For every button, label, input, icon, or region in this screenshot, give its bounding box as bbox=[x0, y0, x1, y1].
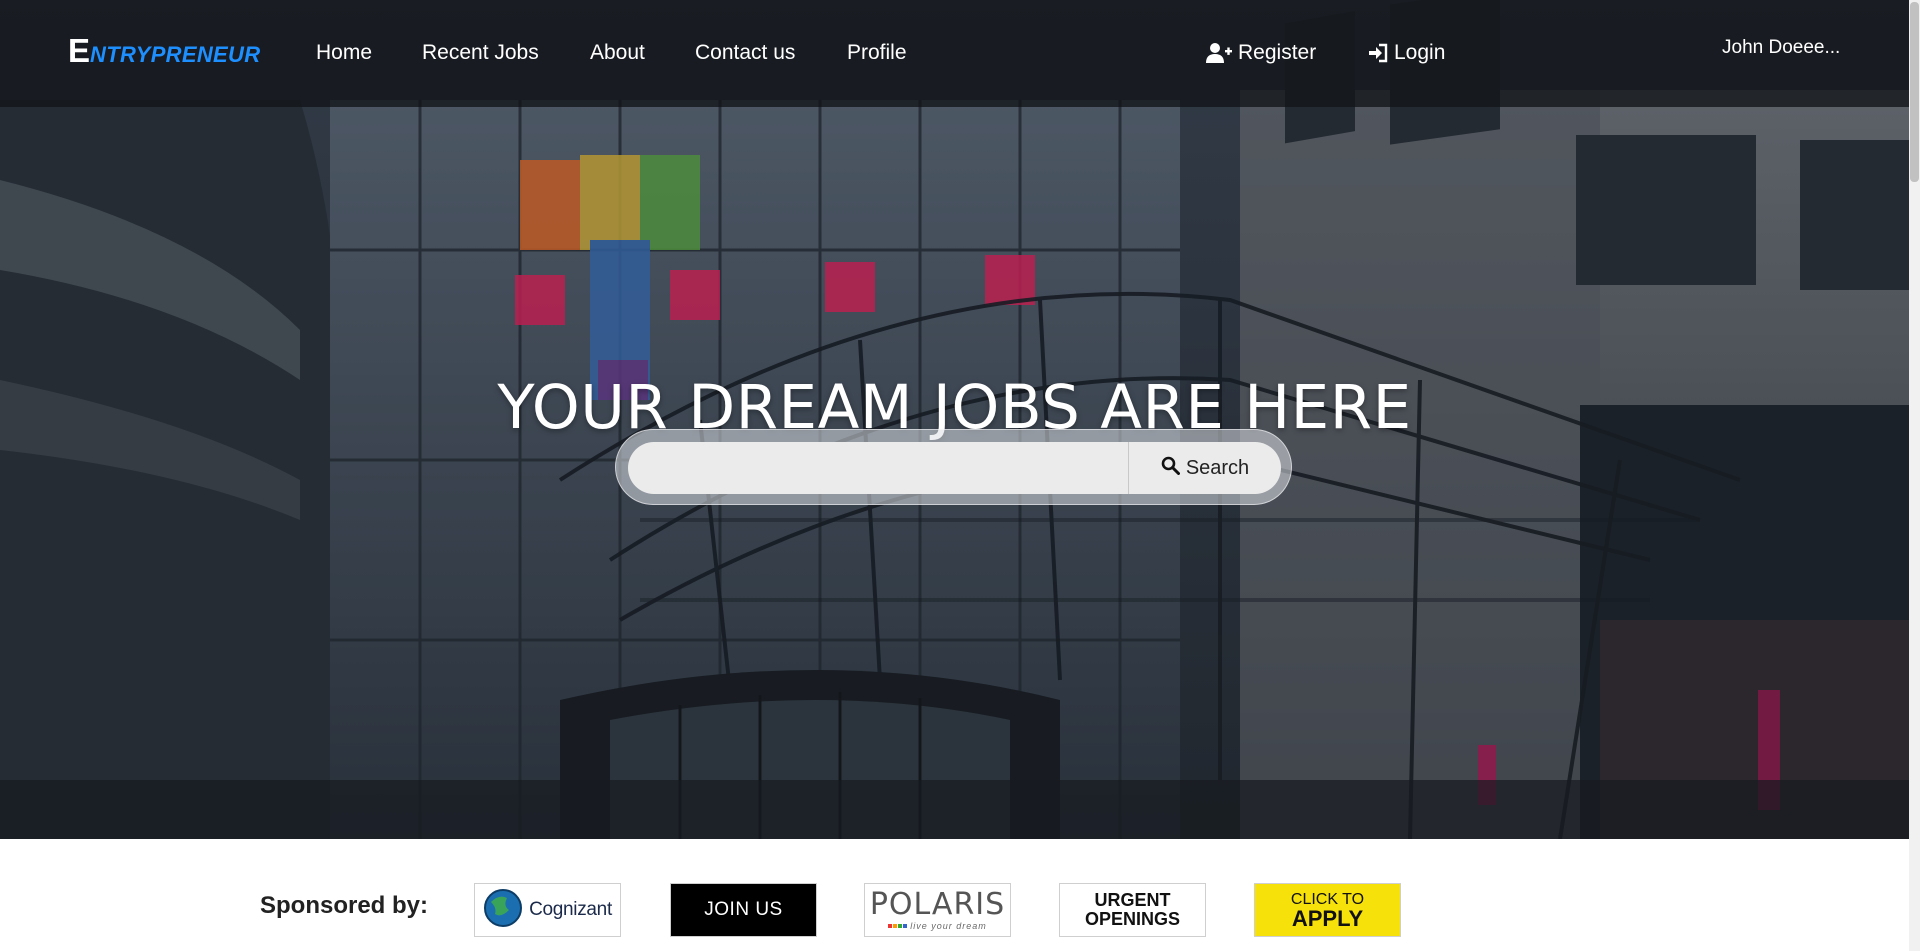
urgent-line-1: URGENT bbox=[1094, 890, 1171, 910]
sponsor-logo-join-us[interactable]: JOIN US bbox=[670, 883, 817, 937]
search-input[interactable] bbox=[628, 442, 1128, 494]
scrollbar-thumb[interactable] bbox=[1910, 2, 1919, 182]
sponsor-text-join-us: JOIN US bbox=[704, 899, 783, 920]
search-button[interactable]: Search bbox=[1128, 442, 1281, 494]
user-plus-icon bbox=[1206, 42, 1232, 64]
brand-initial: E bbox=[68, 32, 91, 69]
apply-line-1: CLICK TO bbox=[1290, 890, 1365, 908]
sponsor-text-cognizant: Cognizant bbox=[529, 899, 612, 920]
sponsor-text-polaris: POLARIS bbox=[869, 887, 1006, 922]
apply-line-2: APPLY bbox=[1291, 905, 1364, 931]
user-name-menu[interactable]: John Doeee... bbox=[1722, 37, 1840, 59]
cognizant-globe-icon bbox=[483, 888, 523, 933]
polaris-tagline-row: live your dream bbox=[888, 921, 987, 931]
brand-logo[interactable]: E NTRYPRENEUR bbox=[68, 34, 260, 68]
polaris-tagline: live your dream bbox=[910, 921, 987, 931]
nav-link-contact-us[interactable]: Contact us bbox=[695, 39, 795, 66]
sign-in-icon bbox=[1368, 43, 1388, 63]
search-icon bbox=[1161, 456, 1180, 481]
register-link[interactable]: Register bbox=[1206, 39, 1316, 66]
page-scrollbar[interactable] bbox=[1909, 0, 1920, 951]
urgent-line-2: OPENINGS bbox=[1084, 909, 1181, 929]
register-label: Register bbox=[1238, 41, 1317, 64]
sponsor-logo-urgent-openings[interactable]: URGENT OPENINGS bbox=[1059, 883, 1206, 937]
search-button-label: Search bbox=[1185, 456, 1250, 479]
brand-name: NTRYPRENEUR bbox=[90, 42, 261, 67]
top-navbar: E NTRYPRENEUR Home Recent Jobs About Con… bbox=[0, 0, 1909, 107]
polaris-color-dots-icon bbox=[888, 924, 908, 928]
nav-link-about[interactable]: About bbox=[590, 39, 645, 66]
sponsor-logo-polaris[interactable]: POLARIS live your dream bbox=[864, 883, 1011, 937]
nav-link-recent-jobs[interactable]: Recent Jobs bbox=[422, 39, 539, 66]
nav-link-profile[interactable]: Profile bbox=[847, 39, 907, 66]
nav-link-home[interactable]: Home bbox=[316, 39, 372, 66]
sponsors-label: Sponsored by: bbox=[260, 892, 429, 919]
sponsor-logo-click-to-apply[interactable]: CLICK TO APPLY bbox=[1254, 883, 1401, 937]
login-link[interactable]: Login bbox=[1368, 39, 1445, 66]
sponsor-logo-cognizant[interactable]: Cognizant bbox=[474, 883, 621, 937]
login-label: Login bbox=[1394, 41, 1446, 64]
search-bar: Search bbox=[615, 429, 1292, 505]
